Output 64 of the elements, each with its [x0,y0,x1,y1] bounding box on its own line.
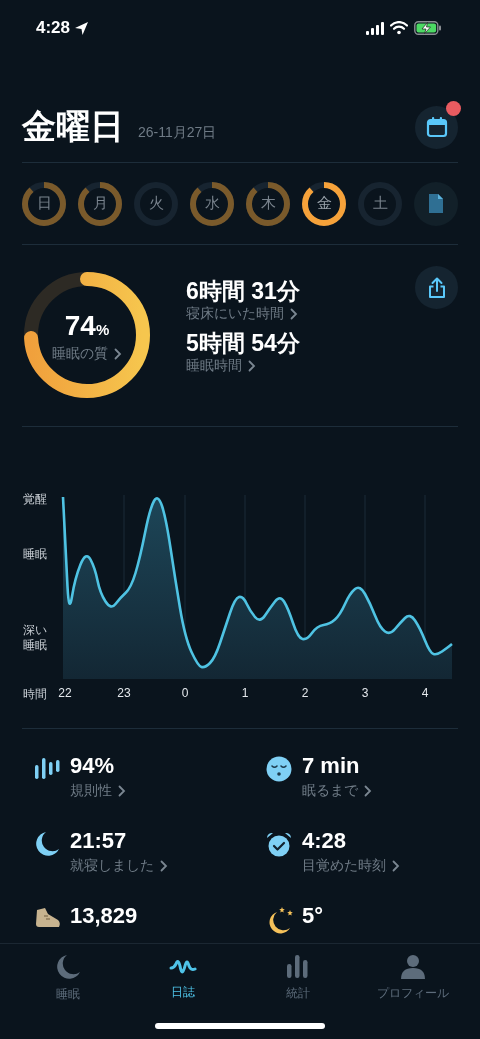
chevron-icon [392,860,400,872]
day-ring[interactable]: 木 [246,181,290,226]
tab-item[interactable]: 睡眠 [10,944,125,1006]
stat-label: 就寝しました [70,857,154,875]
day-ring[interactable]: 水 [190,181,234,226]
axis-title: 時間 [23,686,47,703]
stat-value: 7 min [302,752,361,780]
bars-icon [33,756,61,781]
axis-label: 4 [421,686,429,700]
day-ring[interactable]: 土 [358,181,402,226]
moon-icon [54,954,81,980]
duration-value: 5時間 54分 [186,329,300,357]
tab-item[interactable]: 日誌 [125,944,240,1006]
stat-value: 94% [70,752,116,780]
tab-item[interactable]: 統計 [240,944,355,1006]
chevron-icon [248,360,256,372]
day-ring[interactable]: 日 [22,181,66,226]
battery-charging-icon [414,21,442,35]
axis-label: 23 [117,686,131,700]
sleeping-face-icon [266,756,292,782]
location-arrow-icon [74,20,90,36]
share-button[interactable] [415,266,458,309]
chevron-icon [114,348,122,360]
chevron-icon [160,860,168,872]
report-button[interactable] [414,181,458,226]
stat-value: 13,829 [70,902,138,930]
quality-label: 睡眠の質 [52,345,108,363]
stat-value: 4:28 [302,827,348,855]
axis-label: 深い睡眠 [23,623,48,653]
day-ring[interactable]: 火 [134,181,178,226]
axis-label: 1 [241,686,249,700]
axis-label: 3 [361,686,369,700]
day-ring[interactable]: 月 [78,181,122,226]
moon-icon [34,831,60,857]
axis-label: 0 [181,686,189,700]
metric-label: 寝床にいた時間 [186,305,284,323]
axis-label: 22 [58,686,72,700]
chevron-icon [290,308,298,320]
stat-value: 21:57 [70,827,128,855]
date-label: 26-11月27日 [138,124,218,142]
signal-icon [366,21,384,35]
status-time: 4:28 [36,18,71,38]
shoe-icon [33,906,61,929]
axis-label: 2 [301,686,309,700]
duration-value: 6時間 31分 [186,277,300,305]
axis-label: 睡眠 [23,547,48,562]
stat-label: 規則性 [70,782,112,800]
tab-item[interactable]: プロフィール [355,944,470,1006]
bar-chart-icon [286,954,309,979]
quality-percent: 74% [64,311,110,343]
chevron-icon [118,785,126,797]
person-icon [400,954,425,979]
stat-label: 眠るまで [302,782,358,800]
alarm-clock-icon [265,831,293,858]
day-title: 金曜日 [22,106,124,147]
document-icon [427,193,445,214]
day-ring[interactable]: 金 [302,181,346,226]
chevron-icon [364,785,372,797]
axis-label: 覚醒 [23,492,48,507]
stat-value: 5° [302,902,324,930]
stat-label: 目覚めた時刻 [302,857,386,875]
metric-label: 睡眠時間 [186,357,242,375]
wifi-icon [390,21,408,35]
calendar-icon [425,116,448,138]
